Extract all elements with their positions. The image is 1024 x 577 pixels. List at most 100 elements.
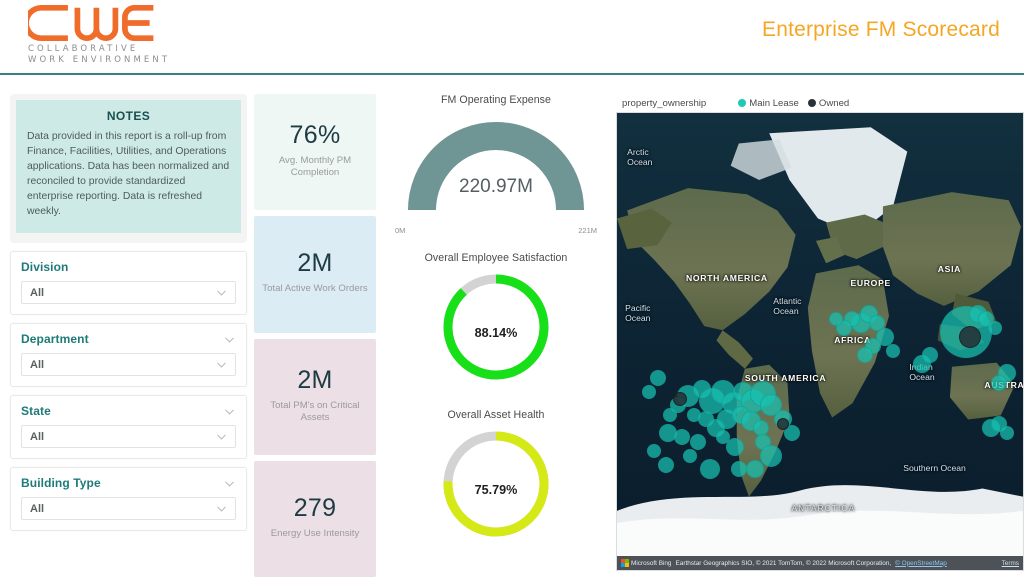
bing-logo-icon: Microsoft Bing [621, 559, 672, 567]
chevron-down-icon[interactable] [215, 502, 228, 515]
filter-division-label: Division [21, 260, 69, 274]
map-bubble-main-lease[interactable] [987, 320, 1002, 335]
kpi-value: 2M [297, 249, 333, 278]
map-attribution: Microsoft Bing Earthstar Geographics SIO… [617, 556, 1023, 570]
legend-label: Main Lease [749, 97, 799, 109]
filter-building-type-header: Building Type [21, 476, 236, 490]
map-bubble-owned[interactable] [959, 325, 982, 348]
map-bubble-main-lease[interactable] [683, 448, 698, 463]
donut-box: 88.14% [383, 267, 609, 399]
filter-state-header: State [21, 404, 236, 418]
map-bubble-main-lease[interactable] [829, 311, 844, 326]
chart-asset-health[interactable]: Overall Asset Health 75.79% [383, 409, 609, 556]
chevron-down-icon[interactable] [215, 358, 228, 371]
filter-division-value: All [30, 286, 45, 299]
map-bubble-main-lease[interactable] [856, 347, 873, 364]
filters-column: NOTES Data provided in this report is a … [10, 94, 247, 577]
filter-state-select[interactable]: All [21, 425, 236, 448]
chevron-down-icon[interactable] [215, 430, 228, 443]
map-bubble-main-lease[interactable] [649, 370, 666, 387]
chart-employee-satisfaction[interactable]: Overall Employee Satisfaction 88.14% [383, 252, 609, 399]
map-bubble-main-lease[interactable] [687, 407, 702, 422]
map-bubble-main-lease[interactable] [646, 444, 661, 459]
bing-logo-label: Microsoft Bing [631, 559, 672, 567]
filter-state-value: All [30, 430, 45, 443]
chevron-down-icon[interactable] [223, 333, 236, 346]
kpi-value: 2M [297, 365, 333, 394]
cwe-logo: COLLABORATIVE WORK ENVIRONMENT [28, 4, 218, 66]
kpi-card-pms-critical-assets[interactable]: 2M Total PM's on Critical Assets [254, 338, 376, 455]
filter-building-type-select[interactable]: All [21, 497, 236, 520]
chart-title: Overall Asset Health [447, 409, 545, 421]
kpi-card-active-work-orders[interactable]: 2M Total Active Work Orders [254, 216, 376, 333]
kpi-label: Energy Use Intensity [270, 527, 360, 539]
gauge-value: 220.97M [459, 176, 533, 197]
chart-title: FM Operating Expense [441, 94, 551, 106]
chevron-down-icon[interactable] [215, 286, 228, 299]
openstreetmap-link[interactable]: © OpenStreetMap [895, 560, 947, 567]
page-title: Enterprise FM Scorecard [761, 18, 1000, 41]
kpi-value: 76% [289, 121, 341, 150]
gauges-column: FM Operating Expense 220.97M 0M 221M Ove… [383, 94, 609, 577]
kpi-card-energy-use-intensity[interactable]: 279 Energy Use Intensity [254, 460, 376, 577]
cwe-logo-subtext: COLLABORATIVE WORK ENVIRONMENT [28, 44, 218, 66]
gauge-max-label: 221M [578, 226, 597, 235]
page-header: COLLABORATIVE WORK ENVIRONMENT Enterpris… [0, 0, 1024, 78]
cwe-logo-mark [28, 4, 154, 42]
notes-card: NOTES Data provided in this report is a … [10, 94, 247, 243]
gauge-ticks: 0M 221M [395, 226, 597, 238]
filter-division-select[interactable]: All [21, 281, 236, 304]
kpi-label: Total Active Work Orders [262, 283, 368, 295]
chart-title: Overall Employee Satisfaction [424, 252, 568, 264]
filter-building-type-label: Building Type [21, 476, 101, 490]
legend-label: Owned [818, 97, 850, 109]
logo-subtext-line-1: COLLABORATIVE [28, 44, 139, 54]
legend-item-main-lease[interactable]: Main Lease [738, 98, 799, 109]
chart-fm-operating-expense[interactable]: FM Operating Expense 220.97M 0M 221M [383, 94, 609, 238]
map-bubble-owned[interactable] [672, 391, 687, 406]
kpi-label: Total PM's on Critical Assets [270, 399, 360, 423]
filter-department-select[interactable]: All [21, 353, 236, 376]
filter-department-header: Department [21, 332, 236, 346]
kpi-card-pm-completion[interactable]: 76% Avg. Monthly PM Completion [254, 94, 376, 211]
map-bubble-main-lease[interactable] [921, 347, 938, 364]
map-bubble-main-lease[interactable] [760, 444, 783, 467]
chevron-down-icon[interactable] [223, 405, 236, 418]
notes-inner: NOTES Data provided in this report is a … [16, 100, 241, 233]
map-bubble-main-lease[interactable] [662, 407, 677, 422]
map-bubble-main-lease[interactable] [657, 456, 674, 473]
logo-subtext-line-2: WORK ENVIRONMENT [28, 55, 171, 65]
kpi-value: 279 [293, 493, 337, 522]
map-bubble-main-lease[interactable] [725, 437, 744, 456]
filter-division-header: Division [21, 260, 236, 274]
legend-color-swatch [807, 99, 816, 107]
gauge-min-label: 0M [395, 226, 406, 235]
notes-title: NOTES [106, 109, 151, 123]
gauge-box: 220.97M [383, 110, 609, 228]
filter-department-value: All [30, 358, 45, 371]
map-bubble-main-lease[interactable] [999, 425, 1014, 440]
donut-value: 75.79% [474, 483, 518, 497]
filter-department[interactable]: Department All [10, 323, 247, 387]
header-divider [0, 73, 1024, 75]
filter-building-type-value: All [30, 502, 45, 515]
kpi-column: 76% Avg. Monthly PM Completion 2M Total … [254, 94, 376, 577]
filter-state[interactable]: State All [10, 395, 247, 459]
map-column: property_ownership Main Lease Owned Arct… [616, 94, 1024, 577]
filter-division[interactable]: Division All [10, 251, 247, 315]
filter-building-type[interactable]: Building Type All [10, 467, 247, 531]
chevron-down-icon[interactable] [223, 477, 236, 490]
donut-box: 75.79% [383, 424, 609, 556]
terms-link[interactable]: Terms [1002, 560, 1019, 567]
legend-color-swatch [738, 99, 747, 107]
legend-field-name: property_ownership [622, 97, 707, 109]
gauge-arc [408, 122, 584, 211]
world-map[interactable]: Arctic OceanPacific OceanAtlantic OceanI… [616, 112, 1024, 571]
filter-state-label: State [21, 404, 51, 418]
map-bubble-main-lease[interactable] [886, 343, 901, 358]
filter-department-label: Department [21, 332, 89, 346]
donut-value: 88.14% [474, 326, 518, 340]
map-bubble-main-lease[interactable] [990, 374, 1007, 391]
bing-squares-icon [621, 559, 629, 567]
legend-item-owned[interactable]: Owned [807, 97, 850, 109]
